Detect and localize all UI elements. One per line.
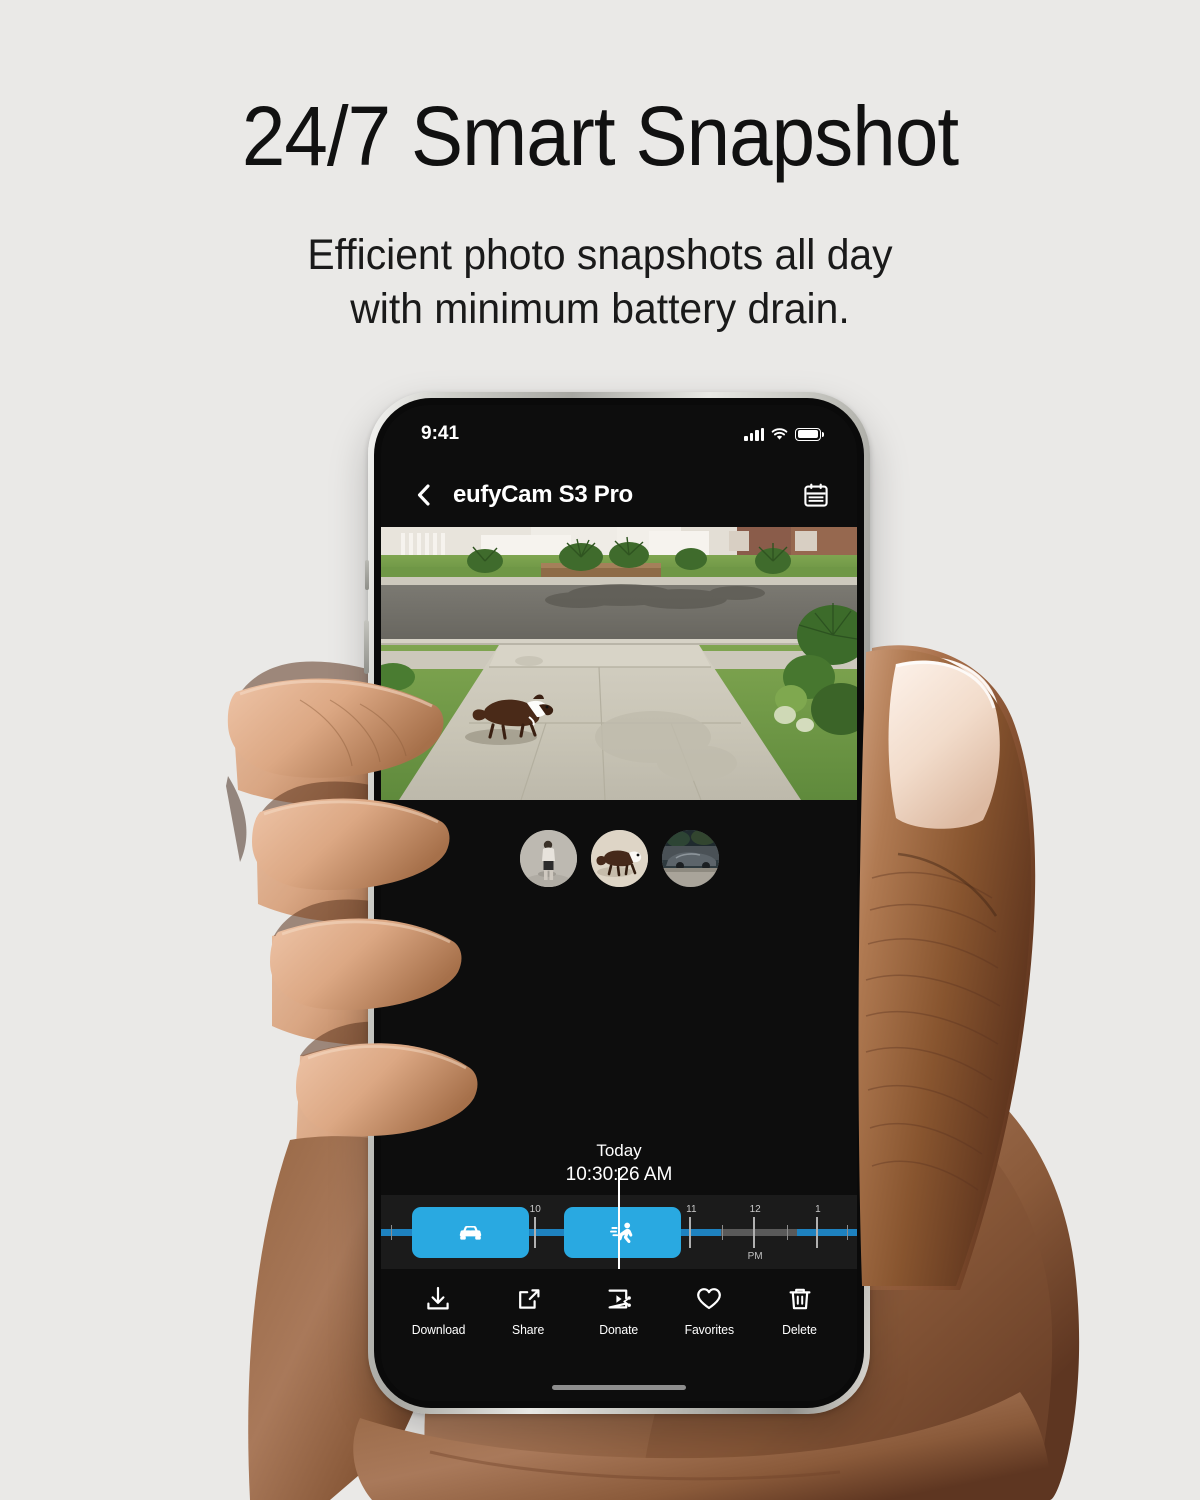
favorites-label: Favorites — [684, 1322, 735, 1337]
donate-button[interactable]: Donate — [581, 1285, 657, 1337]
back-button[interactable] — [411, 480, 437, 510]
status-bar: 9:41 — [381, 405, 857, 463]
timeline-meridiem-label: PM — [747, 1251, 763, 1262]
share-icon — [518, 1289, 540, 1309]
chevron-left-icon — [417, 484, 430, 506]
donate-label: Donate — [599, 1322, 639, 1337]
download-button[interactable]: Download — [400, 1285, 476, 1337]
status-bar-icons — [744, 427, 824, 441]
snapshot-image — [381, 527, 857, 800]
running-person-icon — [609, 1222, 632, 1243]
navigation-bar: eufyCam S3 Pro — [381, 463, 857, 527]
camera-snapshot-view[interactable] — [381, 527, 857, 800]
event-thumbnail-row — [381, 830, 857, 887]
donate-video-icon — [608, 1289, 631, 1309]
share-label: Share — [512, 1322, 545, 1337]
thumbnail-person[interactable] — [519, 830, 577, 887]
timeline-playhead-extension — [618, 1168, 620, 1195]
page-title: eufyCam S3 Pro — [453, 481, 633, 508]
timeline-scrubber[interactable]: 10 11 12 1 PM — [381, 1195, 857, 1269]
subheadline-line-1: Efficient photo snapshots all day — [307, 231, 893, 279]
subheadline-line-2: with minimum battery drain. — [350, 285, 850, 333]
car-icon — [459, 1225, 481, 1240]
page-headline: 24/7 Smart Snapshot — [241, 89, 959, 183]
trash-icon — [789, 1288, 811, 1310]
wifi-icon — [771, 427, 788, 440]
thumbnail-vehicle[interactable] — [661, 830, 719, 887]
timeline-tick — [846, 1225, 849, 1240]
status-bar-time: 9:41 — [421, 423, 460, 444]
timeline-hour-label: 12 — [749, 1204, 761, 1215]
timeline-tick-hour — [689, 1217, 691, 1248]
share-button[interactable]: Share — [491, 1285, 567, 1337]
timestamp-day: Today — [596, 1141, 642, 1160]
favorites-button[interactable]: Favorites — [671, 1285, 747, 1337]
silent-switch[interactable] — [365, 560, 369, 590]
page-subheadline: Efficient photo snapshots all day with m… — [30, 228, 1170, 336]
thumbnail-vehicle-image — [661, 830, 719, 887]
timeline-tick — [786, 1225, 789, 1240]
timeline-event-person[interactable] — [564, 1207, 681, 1258]
timeline-hour-label: 1 — [815, 1204, 821, 1215]
timeline-playhead[interactable] — [618, 1195, 620, 1269]
timeline-tick-hour — [816, 1217, 818, 1248]
volume-down-button[interactable] — [364, 692, 369, 746]
volume-up-button[interactable] — [364, 620, 369, 674]
phone-screen: 9:41 eufyCam S3 Pro Today 10:30:26 AM 10… — [381, 405, 857, 1401]
delete-button[interactable]: Delete — [762, 1285, 838, 1337]
calendar-button[interactable] — [803, 482, 829, 508]
thumbnail-dog-image — [590, 830, 648, 887]
download-label: Download — [411, 1322, 465, 1337]
timeline-hour-label: 11 — [686, 1204, 697, 1215]
battery-full-icon — [795, 427, 824, 441]
heart-icon — [697, 1288, 722, 1310]
power-button[interactable] — [869, 654, 874, 740]
action-bar: Download Share Donate Favorites Delete — [381, 1285, 857, 1337]
calendar-icon — [804, 483, 828, 507]
thumbnail-dog[interactable] — [590, 830, 648, 887]
home-indicator[interactable] — [552, 1385, 686, 1390]
timeline-tick — [390, 1225, 393, 1240]
thumbnail-person-image — [519, 830, 577, 887]
signal-bars-icon — [744, 427, 764, 441]
timeline-tick — [721, 1225, 724, 1240]
timeline-tick-hour — [753, 1217, 755, 1248]
delete-label: Delete — [782, 1322, 818, 1337]
download-icon — [427, 1286, 449, 1310]
timeline-hour-label: 10 — [529, 1204, 541, 1215]
timeline-event-vehicle[interactable] — [411, 1207, 529, 1258]
timeline-tick-hour — [534, 1217, 536, 1248]
smartphone-device: 9:41 eufyCam S3 Pro Today 10:30:26 AM 10… — [364, 392, 874, 1414]
